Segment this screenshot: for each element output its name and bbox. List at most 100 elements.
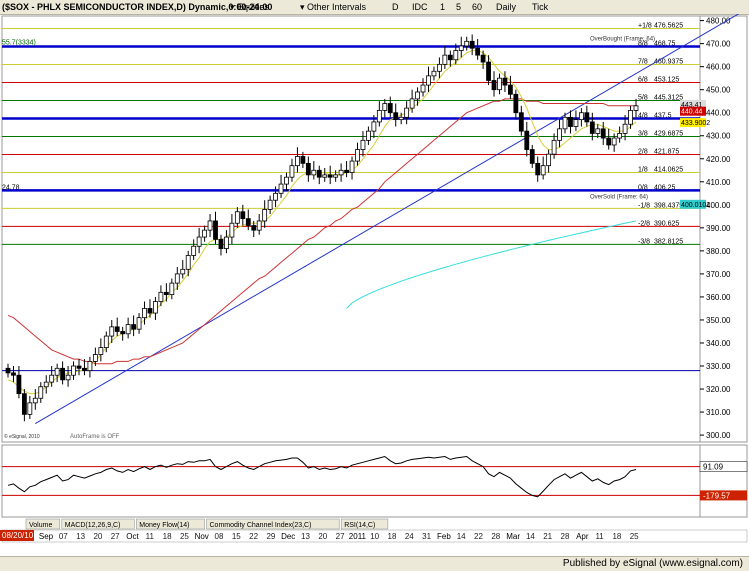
x-tick-label: 22 (249, 532, 258, 541)
candle-body (262, 209, 268, 222)
chart-canvas[interactable]: 300.00 310.00 320.00 330.00 340.00 350.00 360.… (0, 14, 749, 556)
y-tick-label: 430.00 (706, 132, 731, 141)
candle-body (355, 149, 360, 162)
oversold-label: OverSold (Frame: 64) (590, 194, 648, 200)
y-tick-label: 350.00 (706, 316, 731, 325)
x-tick-label: 28 (561, 532, 570, 541)
candle-body (191, 245, 197, 256)
x-tick-label: 15 (232, 532, 241, 541)
y-tick-label: 450.00 (706, 86, 731, 95)
candle-body (142, 308, 147, 319)
interval-1[interactable]: 1 (440, 1, 445, 13)
candle-body (256, 220, 262, 231)
candle-body (196, 236, 202, 247)
murrey-label: 0/8 (638, 184, 648, 191)
murrey-value: 429.6875 (654, 130, 683, 137)
candle-body (562, 116, 568, 130)
candle-body (366, 130, 371, 141)
candle-body (600, 128, 606, 139)
candle-body (540, 165, 546, 176)
x-tick-label: Dec (281, 532, 295, 541)
candle-body (316, 169, 322, 178)
interval-idc[interactable]: IDC (412, 1, 428, 13)
murrey-value: 382.8125 (654, 238, 683, 245)
candle-body (513, 93, 519, 114)
candle-body (409, 98, 415, 109)
candle-body (284, 176, 289, 185)
candle-body (300, 156, 306, 164)
y-tick-label: 340.00 (706, 339, 731, 348)
x-tick-label: 27 (336, 532, 345, 541)
candle-body (92, 354, 98, 362)
x-tick-label: 29 (266, 532, 275, 541)
x-tick-label: 22 (474, 532, 483, 541)
y-tick-label: 380.00 (706, 247, 731, 256)
interval-60[interactable]: 60 (472, 1, 482, 13)
y-tick-label: 330.00 (706, 362, 731, 371)
murrey-value: 390.625 (654, 220, 679, 227)
candle-body (611, 137, 617, 146)
candle-body (229, 222, 235, 238)
other-intervals-label: Other Intervals (307, 2, 367, 12)
murrey-value: 414.0625 (654, 166, 683, 173)
indicator-tab-label: Volume (29, 522, 52, 529)
murrey-value: 476.5625 (654, 23, 683, 30)
candle-body (136, 317, 142, 330)
candle-body (606, 137, 612, 146)
murrey-label: -1/8 (638, 202, 650, 209)
candle-body (578, 112, 584, 121)
candle-body (65, 374, 71, 381)
y-tick-label: 480.00 (706, 17, 731, 26)
candle-body (224, 236, 229, 249)
interval-5[interactable]: 5 (456, 1, 461, 13)
candle-body (278, 183, 284, 194)
x-tick-label: 10 (370, 532, 379, 541)
x-tick-label: Feb (437, 532, 451, 541)
x-tick-label: 18 (163, 532, 172, 541)
x-tick-label: 13 (301, 532, 310, 541)
candle-body (218, 238, 224, 249)
murrey-value: 453.125 (654, 76, 679, 83)
interval-tick[interactable]: Tick (532, 1, 548, 13)
candle-body (43, 381, 49, 388)
rsi-panel (1, 444, 701, 518)
candle-body (185, 255, 191, 270)
candle-body (415, 91, 420, 100)
murrey-label: -3/8 (638, 238, 650, 245)
equities-dropdown[interactable]: ▾ Equities (230, 1, 269, 13)
y-tick-label: 390.00 (706, 224, 731, 233)
overbought-label: OverBought (Frame: 64) (590, 37, 655, 43)
candle-body (491, 80, 497, 91)
candle-body (240, 211, 246, 220)
candle-body (546, 153, 552, 167)
interval-daily[interactable]: Daily (496, 1, 516, 13)
candle-body (11, 372, 16, 376)
other-intervals-dropdown[interactable]: ▾ Other Intervals (300, 1, 366, 13)
rsi-tag-top-label: 91.09 (703, 463, 724, 472)
x-tick-label: 21 (543, 532, 552, 541)
candle-body (344, 169, 349, 173)
candle-body (475, 47, 481, 56)
candle-body (131, 324, 137, 330)
left-tag-mid: 24.78 (2, 184, 20, 191)
x-tick-label: 27 (111, 532, 120, 541)
candle-body (327, 174, 333, 178)
x-tick-label: Sep (39, 532, 54, 541)
y-tick-label: 300.00 (706, 431, 731, 440)
chart-toolbar: ($SOX - PHLX SEMICONDUCTOR INDEX,D) Dyna… (0, 0, 749, 15)
candle-body (273, 192, 278, 201)
candle-body (54, 367, 60, 376)
candle-body (518, 112, 524, 132)
candle-body (568, 116, 573, 127)
candle-body (21, 393, 27, 415)
interval-d[interactable]: D (392, 1, 399, 13)
x-tick-label: 25 (180, 532, 189, 541)
murrey-label: 2/8 (638, 148, 648, 155)
candle-body (125, 324, 131, 335)
price-panel (1, 15, 701, 443)
candle-body (114, 326, 120, 332)
murrey-label: 5/8 (638, 94, 648, 101)
murrey-label: +1/8 (638, 23, 652, 30)
rsi-tag-bottom-label: -179.57 (703, 491, 731, 500)
murrey-label: -2/8 (638, 220, 650, 227)
